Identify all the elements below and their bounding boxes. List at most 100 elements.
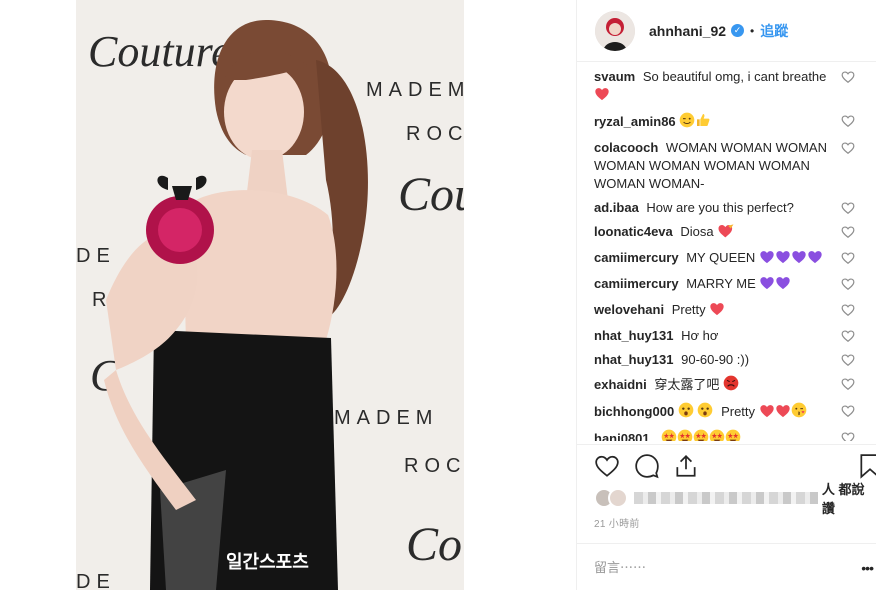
comment-like-icon[interactable]: [841, 329, 855, 343]
astonished-face-icon: [697, 402, 713, 423]
comment-row: loonatic4eva Diosa: [594, 223, 876, 243]
comment-row: camiimercury MARRY ME: [594, 275, 876, 295]
comment-username-link[interactable]: exhaidni: [594, 377, 647, 392]
follow-button[interactable]: 追蹤: [760, 21, 788, 41]
comment-like-icon[interactable]: [841, 251, 855, 265]
verified-badge-icon: ✓: [731, 24, 745, 37]
comment-like-icon[interactable]: [841, 114, 855, 128]
post-media-pane: Couture Cou C Cou MADEM ROC DE R MADEM R…: [0, 0, 576, 590]
comment-like-icon[interactable]: [841, 353, 855, 367]
comment-row: camiimercury MY QUEEN: [594, 249, 876, 269]
star-struck-face-icon: [725, 429, 741, 441]
star-struck-face-icon: [677, 429, 693, 441]
comment-row: nhat_huy131 Hơ hơ: [594, 327, 876, 345]
username-link[interactable]: ahnhani_92: [649, 23, 726, 39]
comment-like-icon[interactable]: [841, 431, 855, 441]
backdrop-text: ROC: [406, 123, 464, 145]
comments-list[interactable]: svaum So beautiful omg, i cant breathe r…: [577, 64, 876, 441]
thumbs-up-icon: [695, 112, 711, 133]
angry-face-icon: [723, 375, 739, 396]
comment-username-link[interactable]: ryzal_amin86: [594, 114, 676, 129]
comment-icon[interactable]: [634, 453, 660, 479]
share-icon[interactable]: [673, 453, 699, 479]
comment-like-icon[interactable]: [841, 225, 855, 239]
comment-text: Pretty: [671, 302, 706, 317]
comment-like-icon[interactable]: [841, 141, 855, 155]
comment-row: colacooch WOMAN WOMAN WOMAN WOMAN WOMAN …: [594, 139, 876, 193]
purple-heart-icon: [791, 249, 807, 269]
likes-suffix-text: 人 都說讚: [821, 482, 865, 516]
star-struck-face-icon: [693, 429, 709, 441]
comment-text: How are you this perfect?: [646, 200, 794, 215]
comment-text: 穿太露了吧: [654, 377, 720, 392]
comment-text: Pretty: [721, 404, 756, 419]
comment-like-icon[interactable]: [841, 201, 855, 215]
comment-like-icon[interactable]: [841, 377, 855, 391]
comment-text: Diosa: [680, 224, 714, 239]
like-icon[interactable]: [594, 453, 620, 479]
wink-face-icon: [679, 112, 695, 133]
comment-row: welovehani Pretty: [594, 301, 876, 321]
backdrop-text: Cou: [398, 168, 464, 221]
red-heart-icon: [775, 403, 791, 423]
astonished-face-icon: [678, 402, 694, 423]
post-photo[interactable]: Couture Cou C Cou MADEM ROC DE R MADEM R…: [76, 0, 464, 590]
red-heart-icon: [594, 86, 610, 106]
avatar[interactable]: [595, 10, 635, 51]
backdrop-text: DE: [76, 245, 116, 267]
post-timestamp[interactable]: 21 小時前: [594, 515, 640, 530]
comment-like-icon[interactable]: [841, 70, 855, 84]
comment-username-link[interactable]: camiimercury: [594, 250, 679, 265]
post-sidebar: ahnhani_92 ✓ • 追蹤 svaum So beautiful omg…: [576, 0, 876, 590]
comment-text: So beautiful omg, i cant breathe: [642, 69, 827, 84]
backdrop-text: DE: [76, 571, 116, 590]
comment-like-icon[interactable]: [841, 404, 855, 418]
red-heart-icon: [759, 403, 775, 423]
comment-username-link[interactable]: bichhong000: [594, 404, 674, 419]
comment-row: hani0801_: [594, 429, 876, 441]
comment-username-link[interactable]: nhat_huy131: [594, 328, 673, 343]
comment-row: ad.ibaa How are you this perfect?: [594, 199, 876, 217]
purple-heart-icon: [759, 249, 775, 269]
purple-heart-icon: [775, 249, 791, 269]
comment-username-link[interactable]: camiimercury: [594, 276, 679, 291]
comment-like-icon[interactable]: [841, 277, 855, 291]
comment-username-link[interactable]: loonatic4eva: [594, 224, 673, 239]
comment-input[interactable]: [594, 559, 834, 575]
liker-avatar: [607, 488, 628, 508]
bookmark-icon[interactable]: [857, 453, 876, 479]
comment-row: svaum So beautiful omg, i cant breathe: [594, 68, 876, 106]
post-header: ahnhani_92 ✓ • 追蹤: [577, 0, 876, 62]
backdrop-text: Cou: [406, 518, 464, 571]
comment-username-link[interactable]: colacooch: [594, 140, 658, 155]
comment-username-link[interactable]: svaum: [594, 69, 635, 84]
comment-username-link[interactable]: ad.ibaa: [594, 200, 639, 215]
comment-text: MY QUEEN: [686, 250, 756, 265]
comment-row: exhaidni 穿太露了吧: [594, 375, 876, 396]
separator-dot: •: [750, 23, 755, 38]
purple-heart-icon: [807, 249, 823, 269]
backdrop-text: Couture: [88, 27, 231, 76]
comment-username-link[interactable]: hani0801_: [594, 431, 657, 441]
comment-text: Hơ hơ: [681, 328, 719, 343]
comment-text: MARRY ME: [686, 276, 756, 291]
purple-heart-icon: [759, 275, 775, 295]
watermark-text: 일간스포츠: [226, 552, 309, 573]
likes-summary[interactable]: 人 都說讚: [594, 482, 876, 516]
more-options-icon[interactable]: •••: [861, 560, 874, 576]
kiss-face-icon: [791, 402, 807, 423]
comment-username-link[interactable]: nhat_huy131: [594, 352, 673, 367]
heart-with-ribbon-icon: [717, 223, 735, 243]
backdrop-text: MADEM: [366, 79, 464, 101]
comment-row: ryzal_amin86: [594, 112, 876, 133]
comment-text: 90-60-90 :)): [681, 352, 750, 367]
backdrop-text: ROC: [404, 455, 464, 477]
star-struck-face-icon: [661, 429, 677, 441]
comment-like-icon[interactable]: [841, 303, 855, 317]
blurred-liker-names: [633, 492, 818, 504]
comment-row: nhat_huy131 90-60-90 :)): [594, 351, 876, 369]
comment-username-link[interactable]: welovehani: [594, 302, 664, 317]
add-comment-bar: •••: [577, 543, 876, 590]
backdrop-text: MADEM: [334, 407, 438, 429]
star-struck-face-icon: [709, 429, 725, 441]
